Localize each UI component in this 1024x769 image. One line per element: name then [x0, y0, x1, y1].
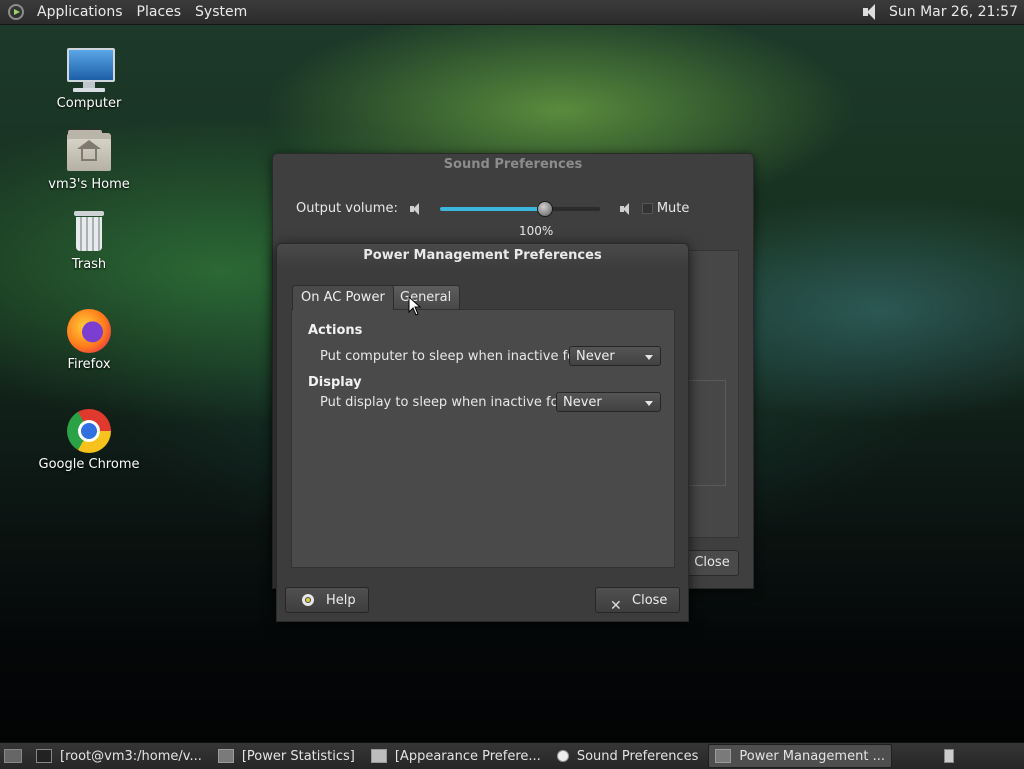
display-heading: Display	[308, 375, 362, 390]
firefox-icon	[65, 307, 113, 355]
trash-applet-icon[interactable]	[944, 749, 954, 763]
actions-heading: Actions	[308, 323, 363, 338]
power-management-window: Power Management Preferences On AC Power…	[276, 243, 689, 622]
show-desktop-icon[interactable]	[4, 749, 22, 763]
trash-icon	[65, 207, 113, 255]
taskbar-item-label: [Power Statistics]	[241, 748, 355, 764]
chevron-down-icon	[645, 401, 653, 406]
sleep-display-label: Put display to sleep when inactive for:	[320, 395, 569, 410]
sleep-computer-select[interactable]: Never	[569, 346, 661, 366]
chevron-down-icon	[645, 355, 653, 360]
tab-content-panel: Actions Put computer to sleep when inact…	[291, 309, 675, 568]
desktop-icon-computer[interactable]: Computer	[34, 46, 144, 111]
close-button-label: Close	[632, 593, 668, 608]
home-folder-icon	[65, 127, 113, 175]
desktop-icon-home[interactable]: vm3's Home	[34, 127, 144, 192]
chrome-icon	[65, 407, 113, 455]
volume-high-icon	[618, 202, 632, 216]
volume-slider-fill	[439, 206, 544, 211]
taskbar-item-label: Sound Preferences	[576, 748, 699, 764]
power-management-icon	[715, 749, 732, 763]
tab-on-ac-power[interactable]: On AC Power	[292, 285, 394, 310]
mute-label: Mute	[656, 201, 690, 216]
output-volume-slider[interactable]	[439, 200, 600, 217]
mute-checkbox[interactable]	[641, 203, 653, 214]
output-volume-row: Output volume: Mute	[296, 200, 690, 217]
close-icon: ✕	[610, 598, 622, 614]
top-panel-tray: Sun Mar 26, 21:57	[859, 2, 1024, 22]
taskbar-item-sound-preferences[interactable]: Sound Preferences	[551, 745, 705, 767]
taskbar-item-appearance[interactable]: [Appearance Prefere...	[365, 745, 547, 767]
help-icon	[302, 594, 314, 606]
desktop-icon-label: vm3's Home	[48, 177, 130, 192]
taskbar-item-power-management[interactable]: Power Management ...	[708, 744, 892, 768]
window-title[interactable]: Power Management Preferences	[277, 244, 688, 268]
taskbar-item-label: [root@vm3:/home/v...	[60, 748, 202, 764]
volume-low-icon	[408, 202, 422, 216]
volume-icon[interactable]	[859, 2, 881, 22]
sound-close-button[interactable]: Close	[685, 550, 739, 576]
taskbar-item-label: Power Management ...	[739, 748, 885, 764]
volume-slider-knob[interactable]	[536, 200, 553, 217]
taskbar: [root@vm3:/home/v... [Power Statistics] …	[0, 742, 1024, 769]
clock[interactable]: Sun Mar 26, 21:57	[889, 4, 1018, 20]
taskbar-item-terminal[interactable]: [root@vm3:/home/v...	[30, 745, 208, 767]
distro-logo-icon[interactable]	[8, 4, 24, 20]
window-title[interactable]: Sound Preferences	[273, 154, 753, 176]
sound-preferences-icon	[556, 750, 569, 762]
sleep-computer-label: Put computer to sleep when inactive for:	[320, 349, 585, 364]
desktop-icon-trash[interactable]: Trash	[34, 207, 144, 272]
sleep-computer-value: Never	[576, 349, 615, 364]
taskbar-item-label: [Appearance Prefere...	[394, 748, 541, 764]
sleep-display-select[interactable]: Never	[556, 392, 661, 412]
menu-system[interactable]: System	[188, 4, 254, 20]
terminal-icon	[36, 749, 52, 763]
close-button[interactable]: ✕ Close	[595, 587, 680, 614]
volume-percent: 100%	[519, 224, 554, 238]
menu-applications[interactable]: Applications	[30, 4, 130, 20]
tab-general[interactable]: General	[391, 285, 461, 310]
menu-places[interactable]: Places	[130, 4, 189, 20]
desktop-icon-label: Google Chrome	[38, 457, 140, 472]
top-panel: Applications Places System Sun Mar 26, 2…	[0, 0, 1024, 25]
desktop-icon-firefox[interactable]: Firefox	[34, 307, 144, 372]
desktop-icon-label: Firefox	[67, 357, 111, 372]
help-button[interactable]: Help	[285, 587, 369, 613]
desktop-icon-label: Trash	[71, 257, 107, 272]
sleep-display-value: Never	[563, 395, 602, 410]
computer-icon	[65, 46, 115, 94]
desktop-icon-label: Computer	[56, 96, 122, 111]
output-volume-label: Output volume:	[296, 201, 398, 216]
taskbar-item-power-statistics[interactable]: [Power Statistics]	[212, 745, 361, 767]
desktop-icon-chrome[interactable]: Google Chrome	[34, 407, 144, 472]
help-button-label: Help	[326, 593, 356, 608]
power-statistics-icon	[217, 749, 234, 763]
appearance-icon	[370, 749, 387, 763]
